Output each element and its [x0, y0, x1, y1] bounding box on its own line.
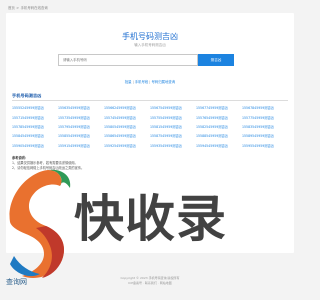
footer-line: ICP备案号 · 联系我们 · 网站地图: [128, 281, 172, 285]
page-title: 手机号码测吉凶: [122, 32, 178, 41]
helper-link-separator: |: [132, 80, 134, 84]
number-link[interactable]: 15563545959测吉凶: [58, 105, 104, 110]
number-link[interactable]: 15588545959测吉凶: [196, 133, 242, 138]
number-link[interactable]: 15567845959测吉凶: [242, 105, 288, 110]
breadcrumb: 首页 > 手机号码在线查询: [8, 5, 48, 10]
number-link[interactable]: 15567545959测吉凶: [150, 105, 196, 110]
number-link[interactable]: 15592545959测吉凶: [104, 143, 150, 148]
helper-link-location[interactable]: 号码归属地查询: [151, 80, 175, 84]
helper-link-segment[interactable]: 手机号段: [135, 80, 149, 84]
number-link[interactable]: 15594545959测吉凶: [196, 143, 242, 148]
number-link[interactable]: 15584545959测吉凶: [12, 133, 58, 138]
number-link[interactable]: 15580545959测吉凶: [104, 124, 150, 129]
grid-row: 15571545959测吉凶 15573545959测吉凶 15574545959测…: [12, 112, 288, 121]
number-link[interactable]: 15555245959测吉凶: [12, 105, 58, 110]
number-link[interactable]: 15595545959测吉凶: [242, 143, 288, 148]
number-link[interactable]: 15586545959测吉凶: [104, 133, 150, 138]
number-link[interactable]: 15585545959测吉凶: [58, 133, 104, 138]
number-link[interactable]: 15575545959测吉凶: [150, 115, 196, 120]
number-link[interactable]: 15576545959测吉凶: [196, 115, 242, 120]
notes: 参考说明： 1、结果仅供娱乐参考，若有需要请谨慎使用。 2、请勿轻信网络上手机号…: [12, 156, 84, 171]
number-link[interactable]: 15567745959测吉凶: [196, 105, 242, 110]
helper-link-batch[interactable]: 批量: [125, 80, 132, 84]
number-link[interactable]: 15590545959测吉凶: [12, 143, 58, 148]
helper-links: 批量|手机号段|号码归属地查询: [6, 79, 294, 84]
number-link[interactable]: 15579545959测吉凶: [58, 124, 104, 129]
section-divider: [12, 100, 288, 101]
number-grid: 15555245959测吉凶 15563545959测吉凶 15566245959测…: [12, 103, 288, 150]
number-link[interactable]: 15593545959测吉凶: [150, 143, 196, 148]
breadcrumb-separator: >: [16, 6, 20, 10]
number-link[interactable]: 15571545959测吉凶: [12, 115, 58, 120]
number-link[interactable]: 15587545959测吉凶: [150, 133, 196, 138]
grid-row: 15590545959测吉凶 15591545959测吉凶 15592545959测…: [12, 141, 288, 150]
number-link[interactable]: 15589545959测吉凶: [242, 133, 288, 138]
number-link[interactable]: 15578545959测吉凶: [12, 124, 58, 129]
number-link[interactable]: 15582545959测吉凶: [196, 124, 242, 129]
note-line: 2、请勿轻信网络上手机号码吉凶改运之类的宣传。: [12, 166, 85, 170]
search-button[interactable]: 测吉凶: [198, 54, 234, 66]
page-subtitle: 输入手机号码测吉凶: [134, 43, 166, 47]
main-card: 手机号码测吉凶 输入手机号码测吉凶 测吉凶 批量|手机号段|号码归属地查询 手机…: [6, 13, 294, 253]
breadcrumb-home-link[interactable]: 首页: [8, 6, 15, 10]
footer: Copyright © 2023 手机号码查询 版权所有 ICP备案号 · 联系…: [0, 276, 300, 286]
number-link[interactable]: 15566245959测吉凶: [104, 105, 150, 110]
grid-row: 15584545959测吉凶 15585545959测吉凶 15586545959测…: [12, 131, 288, 140]
phone-search-input[interactable]: [58, 54, 198, 66]
breadcrumb-current: 手机号码在线查询: [20, 6, 48, 10]
grid-row: 15555245959测吉凶 15563545959测吉凶 15566245959测…: [12, 103, 288, 112]
number-link[interactable]: 15591545959测吉凶: [58, 143, 104, 148]
number-link[interactable]: 15581545959测吉凶: [150, 124, 196, 129]
section-title: 手机号码测吉凶: [12, 93, 42, 98]
number-link[interactable]: 15574545959测吉凶: [104, 115, 150, 120]
number-link[interactable]: 15577545959测吉凶: [242, 115, 288, 120]
number-link[interactable]: 15573545959测吉凶: [58, 115, 104, 120]
number-link[interactable]: 15583545959测吉凶: [242, 124, 288, 129]
grid-row: 15578545959测吉凶 15579545959测吉凶 15580545959测…: [12, 122, 288, 131]
